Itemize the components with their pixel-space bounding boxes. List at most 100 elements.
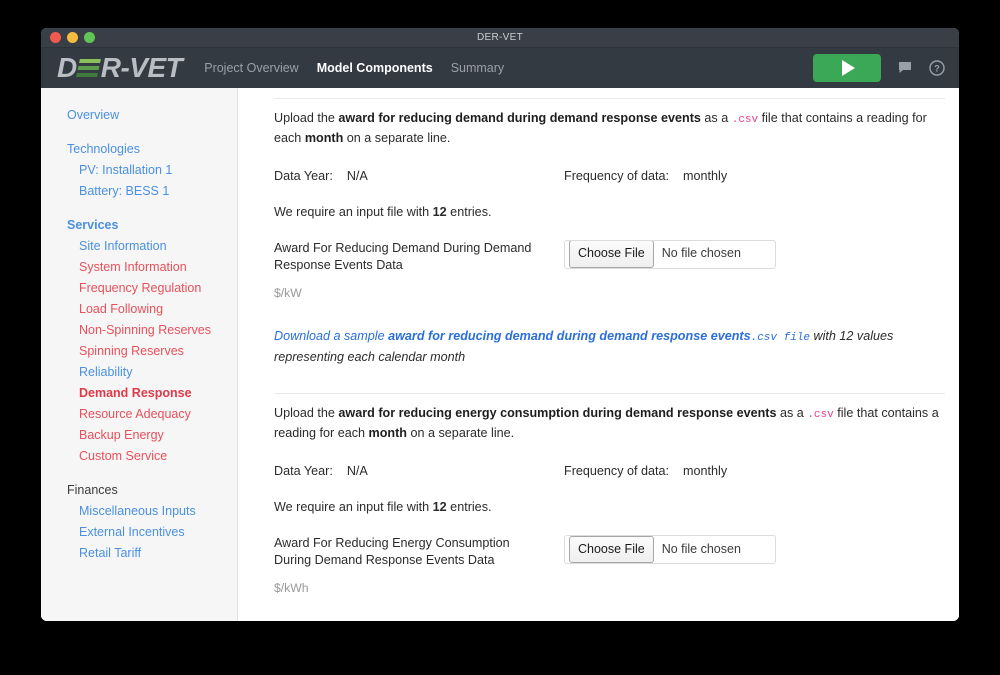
logo-text-post: R-VET — [100, 52, 183, 83]
frequency-field: Frequency of data: monthly — [564, 462, 727, 482]
file-upload-row: Award For Reducing Energy Consumption Du… — [274, 534, 945, 569]
titlebar: DER-VET — [41, 28, 959, 48]
file-input[interactable]: Choose File No file chosen — [564, 534, 776, 564]
logo-text-pre: D — [57, 52, 77, 83]
window-title: DER-VET — [477, 32, 523, 43]
requirement-post: entries. — [446, 205, 492, 220]
maximize-button[interactable] — [84, 32, 95, 43]
close-button[interactable] — [50, 32, 61, 43]
upload-field-label: Award For Reducing Demand During Demand … — [274, 240, 532, 272]
sidebar-group-overview: Overview — [41, 105, 237, 126]
meta-row: Data Year: N/A Frequency of data: monthl… — [274, 462, 945, 482]
sidebar-heading-finances: Finances — [67, 483, 118, 497]
intro-subject: award for reducing demand during demand … — [338, 111, 701, 125]
data-year-value: N/A — [346, 463, 368, 478]
tab-summary[interactable]: Summary — [451, 61, 504, 75]
nav-tabs: Project Overview Model Components Summar… — [204, 61, 504, 75]
intro-period: month — [368, 426, 407, 441]
choose-file-button[interactable]: Choose File — [569, 240, 654, 268]
app-window: DER-VET D R-VET Project Overview Model C… — [41, 28, 959, 621]
sidebar-item-miscellaneous-inputs[interactable]: Miscellaneous Inputs — [41, 501, 237, 522]
sidebar-item-load-following[interactable]: Load Following — [41, 299, 237, 320]
meta-row: Data Year: N/A Frequency of data: monthl… — [274, 167, 945, 187]
frequency-label: Frequency of data: — [564, 168, 670, 183]
csv-token: .csv — [731, 114, 759, 126]
intro-period: month — [304, 131, 344, 146]
sidebar-item-backup-energy[interactable]: Backup Energy — [41, 425, 237, 446]
svg-text:?: ? — [934, 64, 940, 74]
download-subject[interactable]: award for reducing demand during demand … — [388, 329, 751, 343]
data-year-label: Data Year: — [274, 463, 333, 478]
sidebar-group-services: Services Site Information System Informa… — [41, 215, 237, 467]
data-year-label: Data Year: — [274, 168, 333, 183]
logo-bars-icon — [75, 59, 101, 77]
requirement-count: 12 — [432, 205, 447, 220]
upload-section-energy: Upload the award for reducing energy con… — [274, 383, 945, 621]
sidebar-item-spinning-reserves[interactable]: Spinning Reserves — [41, 341, 237, 362]
sidebar-item-external-incentives[interactable]: External Incentives — [41, 522, 237, 543]
entry-requirement-text: We require an input file with 12 entries… — [274, 498, 945, 518]
run-button[interactable] — [813, 54, 881, 82]
frequency-value: monthly — [683, 463, 728, 478]
file-input[interactable]: Choose File No file chosen — [564, 239, 776, 269]
choose-file-button[interactable]: Choose File — [569, 535, 654, 563]
main-content[interactable]: Upload the award for reducing demand dur… — [238, 88, 959, 621]
sidebar-item-resource-adequacy[interactable]: Resource Adequacy — [41, 404, 237, 425]
tab-project-overview[interactable]: Project Overview — [204, 61, 298, 75]
requirement-count: 12 — [432, 500, 447, 515]
file-status-text: No file chosen — [661, 246, 741, 261]
upload-section-demand: Upload the award for reducing demand dur… — [274, 88, 945, 367]
intro-part-1: Upload the — [274, 406, 339, 421]
units-label: $/kW — [274, 285, 302, 300]
sidebar-group-technologies: Technologies PV: Installation 1 Battery:… — [41, 139, 237, 202]
units-label: $/kWh — [274, 580, 309, 595]
sidebar-item-demand-response[interactable]: Demand Response — [41, 383, 237, 404]
sidebar-group-finances: Finances Miscellaneous Inputs External I… — [41, 480, 237, 564]
sidebar-item-pv-installation-1[interactable]: PV: Installation 1 — [41, 160, 237, 181]
sidebar-item-non-spinning-reserves[interactable]: Non-Spinning Reserves — [41, 320, 237, 341]
requirement-pre: We require an input file with — [274, 500, 433, 515]
sidebar-item-overview[interactable]: Overview — [41, 105, 237, 126]
sidebar-item-site-information[interactable]: Site Information — [41, 236, 237, 257]
body-split: Overview Technologies PV: Installation 1… — [41, 88, 959, 621]
sidebar-item-frequency-regulation[interactable]: Frequency Regulation — [41, 278, 237, 299]
comment-icon[interactable] — [897, 60, 913, 76]
file-upload-row: Award For Reducing Demand During Demand … — [274, 239, 945, 274]
minimize-button[interactable] — [67, 32, 78, 43]
sidebar-item-services[interactable]: Services — [41, 215, 237, 236]
sidebar-item-retail-tariff[interactable]: Retail Tariff — [41, 543, 237, 564]
entry-requirement-text: We require an input file with 12 entries… — [274, 203, 945, 223]
sidebar-item-system-information[interactable]: System Information — [41, 257, 237, 278]
sidebar-item-technologies[interactable]: Technologies — [41, 139, 237, 160]
download-sample-link[interactable]: Download a sample award for reducing dem… — [274, 326, 945, 368]
intro-subject: award for reducing energy consumption du… — [338, 406, 777, 421]
sidebar: Overview Technologies PV: Installation 1… — [41, 88, 238, 621]
sidebar-item-battery-bess-1[interactable]: Battery: BESS 1 — [41, 181, 237, 202]
help-icon[interactable]: ? — [929, 60, 945, 76]
navbar-actions: ? — [813, 54, 945, 82]
frequency-field: Frequency of data: monthly — [564, 167, 727, 187]
requirement-post: entries. — [446, 500, 492, 515]
data-year-field: Data Year: N/A — [274, 462, 564, 482]
tab-model-components[interactable]: Model Components — [317, 61, 433, 75]
download-lead[interactable]: Download a sample — [274, 329, 388, 343]
play-icon — [842, 60, 855, 76]
app-logo[interactable]: D R-VET — [57, 52, 183, 83]
intro-part-1: Upload the — [274, 111, 339, 125]
download-csv-token[interactable]: .csv file — [751, 332, 810, 344]
intro-part-4: on a separate line. — [407, 426, 515, 441]
intro-part-4: on a separate line. — [343, 131, 451, 146]
section-intro-text: Upload the award for reducing energy con… — [274, 404, 942, 444]
frequency-value: monthly — [683, 168, 728, 183]
sidebar-item-custom-service[interactable]: Custom Service — [41, 446, 237, 467]
csv-token: .csv — [807, 409, 834, 422]
section-divider — [274, 393, 945, 395]
sidebar-item-reliability[interactable]: Reliability — [41, 362, 237, 383]
intro-part-2: as a — [776, 406, 808, 421]
navbar: D R-VET Project Overview Model Component… — [41, 48, 959, 88]
data-year-value: N/A — [346, 168, 368, 183]
file-status-text: No file chosen — [661, 541, 741, 556]
section-divider — [274, 98, 945, 99]
window-controls — [50, 32, 95, 43]
upload-field-label: Award For Reducing Energy Consumption Du… — [274, 535, 510, 567]
